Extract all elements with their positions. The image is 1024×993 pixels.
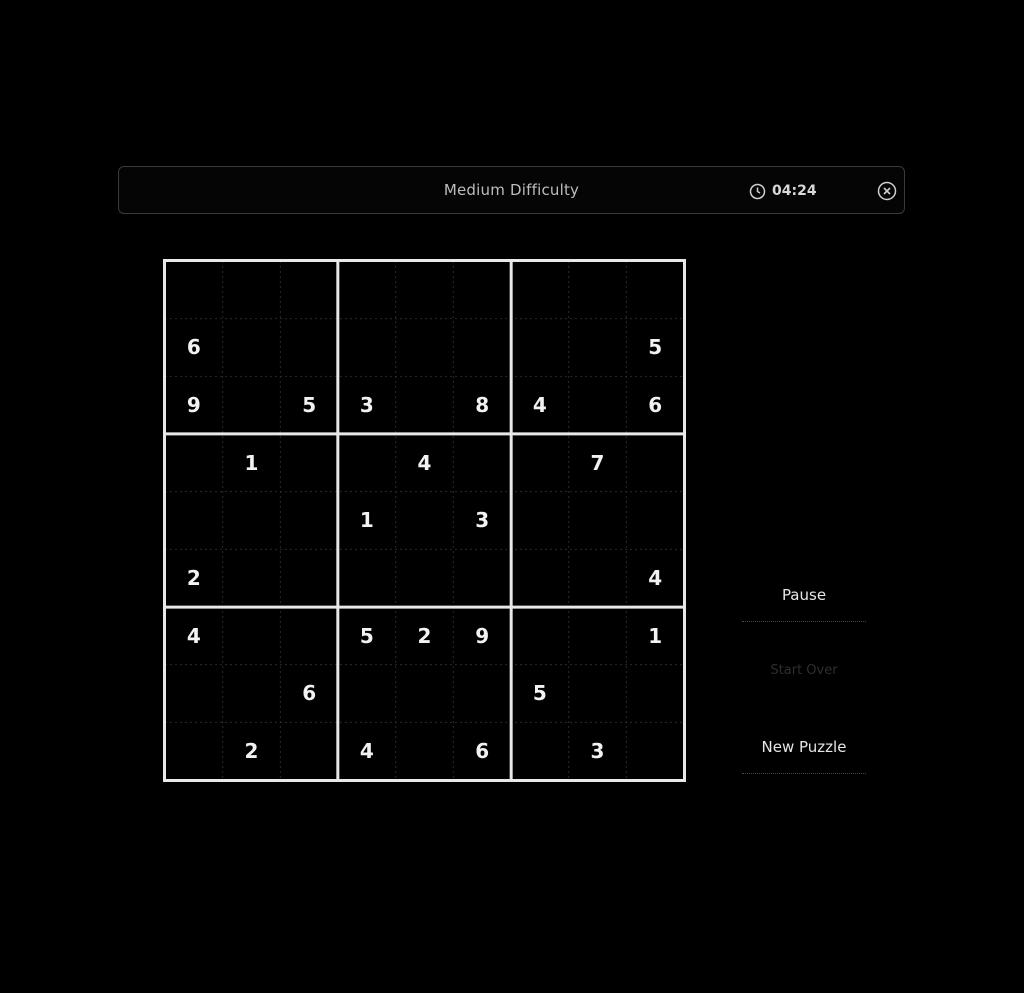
sudoku-cell[interactable] — [396, 261, 454, 319]
sudoku-cell[interactable]: 7 — [569, 434, 627, 492]
sudoku-cell[interactable]: 4 — [396, 434, 454, 492]
pause-button[interactable]: Pause — [740, 582, 868, 622]
sudoku-cell[interactable]: 9 — [453, 607, 511, 665]
sudoku-cell[interactable]: 4 — [511, 376, 569, 434]
sudoku-cell[interactable]: 4 — [165, 607, 223, 665]
sudoku-cell[interactable] — [396, 722, 454, 780]
clock-icon — [749, 183, 766, 199]
sudoku-cell[interactable] — [511, 261, 569, 319]
sudoku-cell[interactable]: 4 — [338, 722, 396, 780]
sudoku-cell[interactable] — [396, 492, 454, 550]
sudoku-cell[interactable] — [280, 549, 338, 607]
sudoku-cell[interactable] — [396, 549, 454, 607]
start-over-label: Start Over — [770, 663, 838, 678]
sudoku-cell[interactable] — [338, 549, 396, 607]
new-puzzle-button[interactable]: New Puzzle — [740, 734, 868, 774]
sudoku-cell[interactable] — [569, 607, 627, 665]
sudoku-cell[interactable] — [165, 434, 223, 492]
sudoku-cell[interactable] — [511, 607, 569, 665]
sudoku-cell[interactable] — [223, 665, 281, 723]
sudoku-cell[interactable] — [223, 607, 281, 665]
new-puzzle-label: New Puzzle — [761, 738, 847, 756]
sudoku-cell[interactable] — [453, 434, 511, 492]
sudoku-cell[interactable] — [223, 549, 281, 607]
start-over-button[interactable]: Start Over — [740, 658, 868, 698]
sudoku-cell[interactable] — [453, 549, 511, 607]
sudoku-cell[interactable]: 4 — [626, 549, 684, 607]
sudoku-cell[interactable] — [511, 319, 569, 377]
sudoku-cell[interactable]: 5 — [280, 376, 338, 434]
sudoku-cell[interactable]: 3 — [338, 376, 396, 434]
sudoku-cell[interactable] — [569, 319, 627, 377]
sudoku-cell[interactable] — [453, 665, 511, 723]
sudoku-cell[interactable] — [396, 319, 454, 377]
sudoku-cell[interactable] — [511, 434, 569, 492]
sudoku-cell[interactable] — [511, 549, 569, 607]
sudoku-cell[interactable]: 2 — [223, 722, 281, 780]
sudoku-cell[interactable] — [280, 261, 338, 319]
sudoku-cell[interactable] — [280, 319, 338, 377]
sudoku-cell[interactable] — [626, 434, 684, 492]
sudoku-cell[interactable] — [338, 261, 396, 319]
sudoku-cell[interactable] — [396, 376, 454, 434]
sudoku-cell[interactable]: 6 — [280, 665, 338, 723]
sudoku-cell[interactable] — [626, 261, 684, 319]
sudoku-cell[interactable] — [569, 665, 627, 723]
close-icon[interactable] — [877, 181, 897, 201]
sudoku-cell[interactable] — [569, 376, 627, 434]
sudoku-cell[interactable] — [165, 492, 223, 550]
sudoku-cell[interactable] — [569, 492, 627, 550]
sudoku-cell[interactable]: 6 — [165, 319, 223, 377]
title-bar: Medium Difficulty 04:24 — [118, 166, 905, 214]
board-cells: 65953846147132445291652463 — [165, 261, 684, 780]
sudoku-cell[interactable]: 3 — [453, 492, 511, 550]
sudoku-cell[interactable] — [223, 492, 281, 550]
sudoku-cell[interactable] — [453, 261, 511, 319]
sudoku-cell[interactable] — [626, 665, 684, 723]
sudoku-cell[interactable] — [280, 434, 338, 492]
sudoku-cell[interactable] — [569, 549, 627, 607]
sudoku-cell[interactable] — [626, 722, 684, 780]
sudoku-cell[interactable] — [280, 607, 338, 665]
sudoku-cell[interactable]: 5 — [511, 665, 569, 723]
sudoku-cell[interactable] — [453, 319, 511, 377]
sudoku-cell[interactable] — [511, 722, 569, 780]
sudoku-cell[interactable]: 3 — [569, 722, 627, 780]
sudoku-cell[interactable] — [165, 261, 223, 319]
sudoku-cell[interactable] — [569, 261, 627, 319]
sudoku-cell[interactable] — [223, 319, 281, 377]
sudoku-cell[interactable] — [280, 722, 338, 780]
sudoku-cell[interactable] — [280, 492, 338, 550]
sudoku-cell[interactable]: 6 — [453, 722, 511, 780]
sudoku-cell[interactable]: 2 — [396, 607, 454, 665]
sudoku-cell[interactable]: 5 — [626, 319, 684, 377]
sudoku-cell[interactable] — [338, 665, 396, 723]
sudoku-cell[interactable] — [165, 722, 223, 780]
sudoku-cell[interactable]: 1 — [626, 607, 684, 665]
sudoku-cell[interactable]: 6 — [626, 376, 684, 434]
timer: 04:24 — [749, 180, 817, 202]
sudoku-cell[interactable] — [396, 665, 454, 723]
sudoku-cell[interactable] — [223, 376, 281, 434]
sudoku-cell[interactable] — [511, 492, 569, 550]
sudoku-cell[interactable]: 5 — [338, 607, 396, 665]
sudoku-cell[interactable] — [338, 319, 396, 377]
sudoku-cell[interactable]: 9 — [165, 376, 223, 434]
sudoku-cell[interactable] — [626, 492, 684, 550]
sudoku-cell[interactable] — [338, 434, 396, 492]
pause-label: Pause — [781, 586, 827, 604]
timer-value: 04:24 — [772, 183, 817, 199]
sudoku-cell[interactable]: 1 — [338, 492, 396, 550]
sudoku-cell[interactable] — [223, 261, 281, 319]
sudoku-board: 65953846147132445291652463 — [163, 259, 686, 782]
sudoku-cell[interactable] — [165, 665, 223, 723]
sudoku-cell[interactable]: 1 — [223, 434, 281, 492]
sudoku-cell[interactable]: 2 — [165, 549, 223, 607]
sudoku-cell[interactable]: 8 — [453, 376, 511, 434]
